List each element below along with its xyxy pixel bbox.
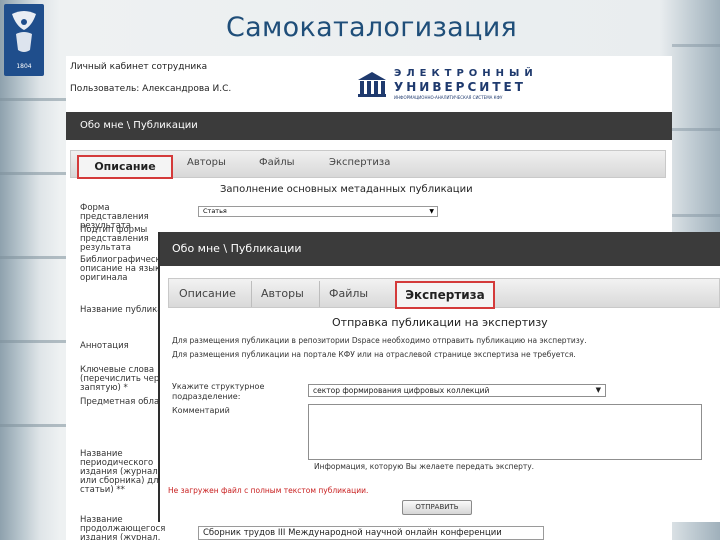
tab-expertise[interactable]: Экспертиза — [329, 157, 390, 168]
eu-logo-line2: УНИВЕРСИТЕТ — [394, 80, 526, 94]
chevron-down-icon: ▼ — [429, 208, 434, 215]
breadcrumb-bar: Обо мне \ Публикации — [160, 232, 720, 266]
tab-expertise[interactable]: Экспертиза — [395, 281, 495, 309]
tab-description[interactable]: Описание — [77, 155, 173, 179]
staff-cabinet-label: Личный кабинет сотрудника — [70, 62, 208, 72]
eu-logo-line3: ИНФОРМАЦИОННО-АНАЛИТИЧЕСКАЯ СИСТЕМА КФУ — [394, 95, 503, 100]
info-line-1: Для размещения публикации в репозитории … — [172, 336, 587, 345]
tab-strip: Описание Авторы Файлы Экспертиза — [70, 150, 666, 179]
breadcrumb[interactable]: Обо мне \ Публикации — [172, 242, 302, 255]
expertise-heading: Отправка публикации на экспертизу — [332, 316, 548, 329]
slide-title: Самокаталогизация — [226, 12, 518, 43]
unit-label: Укажите структурное подразделение: — [172, 382, 265, 401]
tab-files[interactable]: Файлы — [329, 287, 368, 300]
breadcrumb[interactable]: Обо мне \ Публикации — [80, 120, 198, 131]
error-message: Не загружен файл с полным текстом публик… — [168, 486, 369, 495]
logo-year: 1804 — [16, 63, 31, 70]
tab-authors[interactable]: Авторы — [187, 157, 226, 168]
tab-strip: Описание Авторы Файлы Экспертиза — [168, 278, 720, 309]
chevron-down-icon: ▼ — [595, 386, 601, 394]
department-select-value: сектор формирования цифровых коллекций — [313, 386, 490, 395]
submit-button[interactable]: ОТПРАВИТЬ — [402, 500, 472, 515]
building-icon — [358, 72, 386, 97]
electronic-university-logo: ЭЛЕКТРОННЫЙ УНИВЕРСИТЕТ ИНФОРМАЦИОННО-АН… — [356, 68, 556, 102]
university-logo: 1804 — [4, 4, 44, 76]
form-select-value: Статья — [203, 207, 227, 215]
tab-description[interactable]: Описание — [179, 287, 236, 300]
comment-label: Комментарий — [172, 406, 230, 415]
comment-hint: Информация, которую Вы желаете передать … — [314, 462, 535, 471]
breadcrumb-bar: Обо мне \ Публикации — [66, 112, 672, 140]
form-heading: Заполнение основных метаданных публикаци… — [220, 184, 473, 195]
user-label: Пользователь: Александрова И.С. — [70, 84, 232, 94]
info-line-2: Для размещения публикации на портале КФУ… — [172, 350, 576, 359]
comment-textarea[interactable] — [308, 404, 702, 460]
continuing-edition-input[interactable]: Сборник трудов III Международной научной… — [198, 526, 544, 540]
tab-authors[interactable]: Авторы — [261, 287, 304, 300]
eu-logo-line1: ЭЛЕКТРОННЫЙ — [394, 68, 538, 79]
form-select[interactable]: Статья ▼ — [198, 206, 438, 217]
department-select[interactable]: сектор формирования цифровых коллекций ▼ — [308, 384, 606, 397]
expertise-form-screenshot: Обо мне \ Публикации Описание Авторы Фай… — [158, 232, 720, 522]
tab-files[interactable]: Файлы — [259, 157, 295, 168]
